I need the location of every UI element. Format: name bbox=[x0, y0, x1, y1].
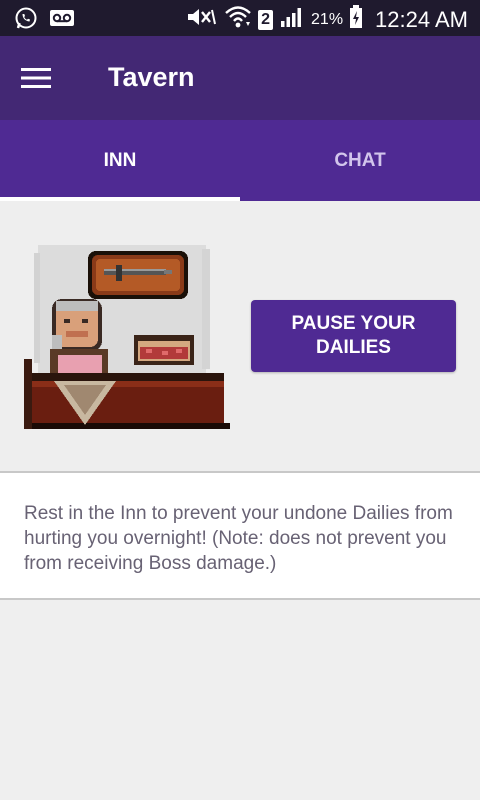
mute-icon bbox=[184, 5, 218, 35]
status-bar: 2 21% 12:24 AM bbox=[0, 0, 480, 36]
battery-icon bbox=[349, 4, 363, 36]
tavern-screen: 2 21% 12:24 AM Tavern INN CHAT PAUSE YOU… bbox=[0, 0, 480, 800]
system-status-icons: 2 21% 12:24 AM bbox=[184, 4, 468, 36]
tab-inn[interactable]: INN bbox=[0, 120, 240, 201]
notification-icons bbox=[14, 6, 76, 35]
hamburger-menu-button[interactable] bbox=[14, 60, 58, 96]
inn-panel: PAUSE YOUR DAILIES bbox=[0, 201, 480, 473]
signal-icon bbox=[279, 5, 305, 35]
pause-dailies-label: PAUSE YOUR DAILIES bbox=[291, 313, 416, 358]
clock: 12:24 AM bbox=[375, 7, 468, 32]
hamburger-menu-icon bbox=[21, 68, 51, 88]
voicemail-icon bbox=[48, 6, 76, 35]
tab-chat[interactable]: CHAT bbox=[240, 120, 480, 201]
page-title: Tavern bbox=[108, 62, 195, 92]
battery-percent: 21% bbox=[311, 11, 344, 28]
whatsapp-icon bbox=[14, 6, 38, 35]
inn-description-card: Rest in the Inn to prevent your undone D… bbox=[0, 473, 480, 600]
innkeeper-pixel-art bbox=[24, 245, 230, 429]
pause-dailies-button[interactable]: PAUSE YOUR DAILIES bbox=[251, 300, 456, 372]
tab-bar: INN CHAT bbox=[0, 120, 480, 201]
app-bar: Tavern bbox=[0, 36, 480, 120]
wifi-icon bbox=[224, 4, 252, 36]
sim-slot-badge: 2 bbox=[258, 10, 274, 30]
inn-description-text: Rest in the Inn to prevent your undone D… bbox=[24, 503, 453, 574]
